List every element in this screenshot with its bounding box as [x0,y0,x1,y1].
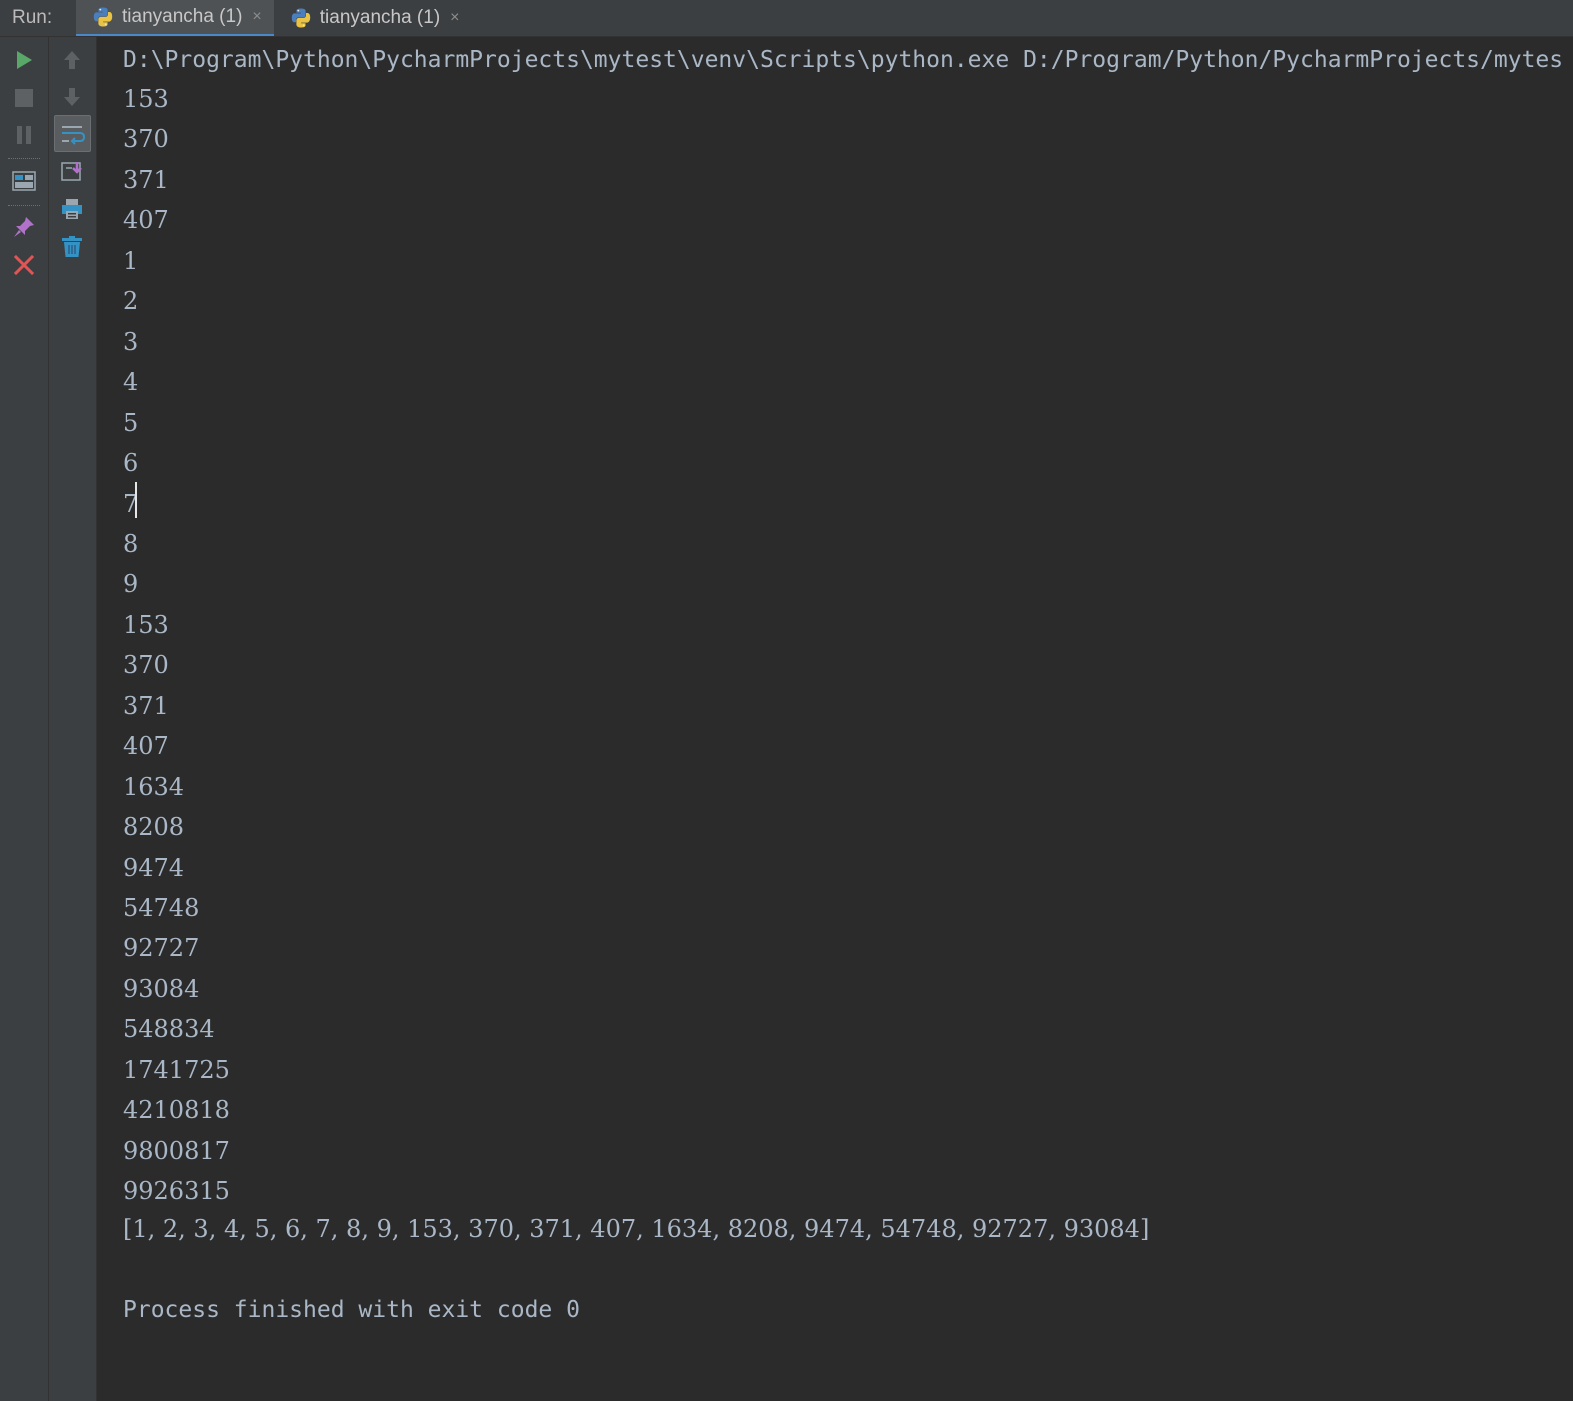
run-tab-bar: Run: tianyancha (1) × tianyancha (1) × [0,0,1573,37]
soft-wrap-icon [61,125,85,145]
scroll-up-icon [64,51,80,69]
console-output-line: 153 [123,85,169,113]
pin-icon [14,217,34,237]
run-label: Run: [12,7,53,28]
console-output-line: 2 [123,287,139,315]
console-output-line: 9474 [123,854,185,882]
console-output-line: 9800817 [123,1137,230,1165]
console-output-line: 1634 [123,773,185,801]
console-output-line: 4210818 [123,1096,230,1124]
rerun-button[interactable] [7,43,41,77]
console-output-line: 407 [123,732,169,760]
console-output-line: 548834 [123,1015,215,1043]
console-output-line: 371 [123,692,169,720]
console-output[interactable]: D:\Program\Python\PycharmProjects\mytest… [97,37,1573,1401]
console-output-line: 5 [123,409,139,437]
close-icon[interactable]: × [252,8,261,26]
close-icon [13,254,35,276]
pause-button[interactable] [7,118,41,152]
print-icon [62,199,82,219]
console-output-line: 54748 [123,894,200,922]
run-tab-2-label: tianyancha (1) [319,7,441,28]
stop-icon [15,89,33,107]
run-tab-1-label: tianyancha (1) [122,6,243,27]
scroll-down-icon [64,88,80,106]
console-command-line: D:\Program\Python\PycharmProjects\mytest… [123,47,1564,73]
trash-icon [62,236,82,257]
console-output-line: 370 [123,125,169,153]
console-output-line: 407 [123,206,169,234]
scroll-to-end-button[interactable] [55,154,89,188]
console-output-line: 1741725 [123,1056,230,1084]
console-output-line: 8 [123,530,139,558]
console-output-line: 4 [123,368,139,396]
restore-layout-icon [12,171,36,191]
run-tab-2[interactable]: tianyancha (1) × [274,0,472,36]
python-icon [291,8,310,28]
close-run-button[interactable] [7,248,41,282]
down-stack-button[interactable] [55,80,89,114]
run-tab-1[interactable]: tianyancha (1) × [76,0,274,36]
toolbar-separator [8,205,40,206]
console-result-list: [1, 2, 3, 4, 5, 6, 7, 8, 9, 153, 370, 37… [123,1215,1150,1243]
pin-tab-button[interactable] [7,210,41,244]
python-icon [93,7,113,27]
console-output-line: 370 [123,651,169,679]
toolbar-separator [8,158,40,159]
print-button[interactable] [55,192,89,226]
console-output-line: 92727 [123,934,200,962]
console-output-line: 153 [123,611,169,639]
console-output-line: 9 [123,570,139,598]
console-output-line: 1 [123,247,139,275]
console-output-line: 9926315 [123,1177,230,1205]
stop-button[interactable] [7,81,41,115]
run-toolbar-secondary [49,37,97,1401]
run-icon [17,51,32,69]
restore-layout-button[interactable] [7,164,41,198]
close-icon[interactable]: × [450,9,459,27]
up-stack-button[interactable] [55,43,89,77]
clear-all-button[interactable] [55,230,89,264]
console-exit-message: Process finished with exit code 0 [123,1297,580,1323]
soft-wrap-button[interactable] [54,115,91,152]
run-toolbar-primary [0,37,49,1401]
text-caret [135,482,137,518]
console-output-line: 6 [123,449,139,477]
console-output-line: 371 [123,166,169,194]
console-output-line: 8208 [123,813,185,841]
console-output-line: 93084 [123,975,200,1003]
console-output-line: 3 [123,328,139,356]
scroll-to-end-icon [61,162,82,181]
pause-icon [17,126,31,144]
